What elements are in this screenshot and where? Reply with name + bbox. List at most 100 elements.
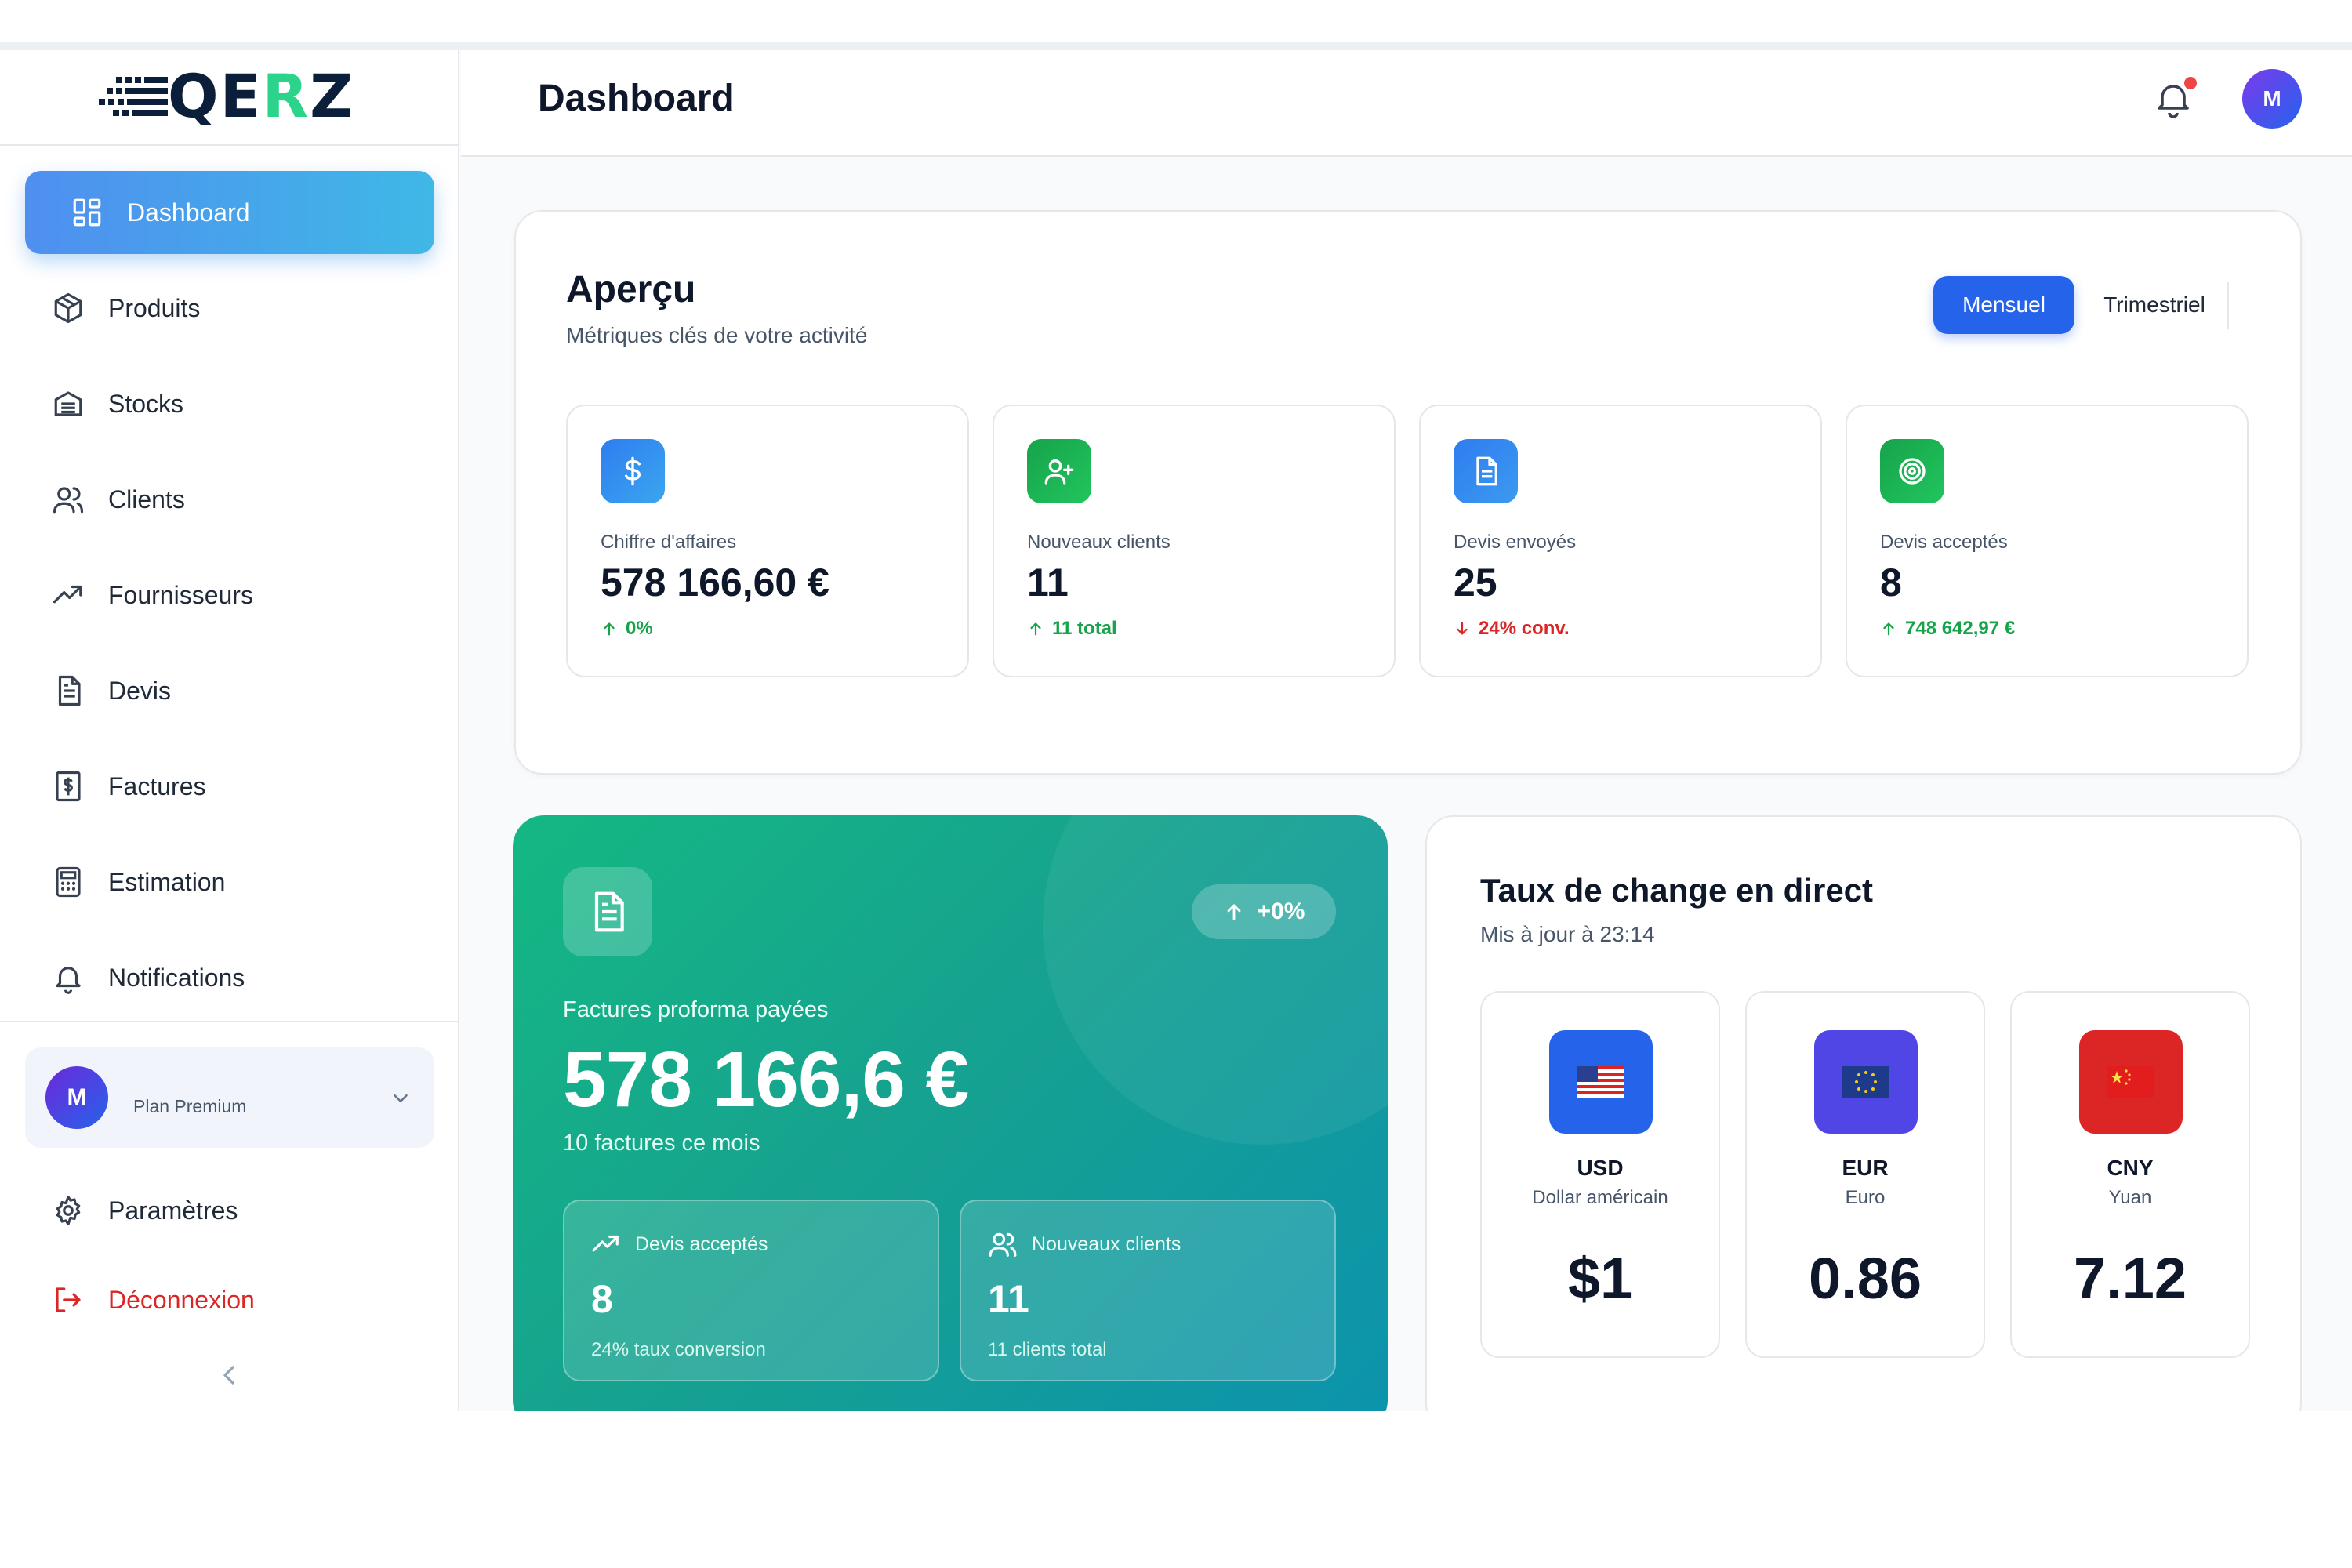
- metric-delta: 748 642,97 €: [1880, 618, 2015, 640]
- metric-delta: 24% conv.: [1454, 618, 1570, 640]
- header-avatar[interactable]: M: [2242, 69, 2302, 129]
- metric-delta: 11 total: [1027, 618, 1117, 640]
- sidebar-item-label: Notifications: [108, 963, 245, 992]
- currency-name: Euro: [1845, 1187, 1886, 1208]
- logo-wordmark: QERZ: [168, 61, 355, 131]
- box-value: 11: [988, 1277, 1029, 1321]
- metric-value: 11: [1027, 561, 1069, 604]
- users-icon: [52, 483, 85, 516]
- logout-label: Déconnexion: [108, 1285, 255, 1314]
- sidebar-item-label: Estimation: [108, 867, 226, 896]
- sidebar-nav: Dashboard Produits Stocks Clients Fourni…: [25, 171, 434, 1032]
- metric-label: Devis envoyés: [1454, 532, 1577, 553]
- dollar-icon: [601, 439, 665, 503]
- collapse-sidebar-chevron-icon[interactable]: [213, 1359, 245, 1391]
- currency-name: Dollar américain: [1532, 1187, 1668, 1208]
- currency-name: Yuan: [2108, 1187, 2152, 1208]
- exchange-title: Taux de change en direct: [1480, 872, 1874, 909]
- revenue-subtext: 10 factures ce mois: [563, 1131, 760, 1156]
- currency-rate: 7.12: [2073, 1246, 2187, 1311]
- currency-code: USD: [1577, 1156, 1624, 1180]
- box-subtext: 24% taux conversion: [591, 1339, 766, 1360]
- overview-panel: Aperçu Métriques clés de votre activité …: [514, 210, 2302, 775]
- toggle-divider: [2227, 282, 2229, 329]
- metric-value: 8: [1880, 561, 1902, 604]
- accepted-quotes-box[interactable]: Devis acceptés 8 24% taux conversion: [563, 1200, 939, 1381]
- target-icon: [1880, 439, 1944, 503]
- gear-icon: [56, 1195, 81, 1226]
- arrow-up-icon: [1883, 622, 1894, 636]
- bell-icon: [52, 961, 85, 994]
- chevron-down-icon: [394, 1094, 408, 1102]
- sidebar-item-label: Clients: [108, 485, 185, 514]
- top-strip: [0, 0, 2352, 44]
- sidebar-item-factures[interactable]: Factures: [25, 745, 434, 828]
- arrow-down-icon: [1457, 622, 1468, 635]
- logout-button[interactable]: Déconnexion: [25, 1269, 434, 1331]
- trending-up-icon: [592, 1235, 619, 1252]
- metric-card-revenue[interactable]: Chiffre d'affaires 578 166,60 € 0%: [566, 405, 969, 677]
- page-title: Dashboard: [538, 78, 735, 119]
- box-value: 8: [591, 1277, 613, 1321]
- period-toggle: Mensuel Trimestriel: [1933, 276, 2229, 334]
- top-header: Dashboard M: [461, 50, 2352, 157]
- metric-label: Devis acceptés: [1880, 532, 2008, 553]
- sidebar-item-stocks[interactable]: Stocks: [25, 362, 434, 445]
- eu-flag-icon: [1814, 1030, 1918, 1134]
- sidebar-item-fournisseurs[interactable]: Fournisseurs: [25, 554, 434, 637]
- period-monthly-button[interactable]: Mensuel: [1933, 276, 2074, 334]
- document-icon: [52, 674, 85, 707]
- settings-link[interactable]: Paramètres: [25, 1179, 434, 1242]
- user-plan-card[interactable]: M Plan Premium: [25, 1047, 434, 1148]
- box-icon: [52, 292, 85, 325]
- box-header: Nouveaux clients: [988, 1229, 1181, 1259]
- sidebar: QERZ Dashboard Produits Stocks Clients F…: [0, 50, 459, 1411]
- box-subtext: 11 clients total: [988, 1339, 1107, 1360]
- box-header: Devis acceptés: [591, 1229, 768, 1259]
- invoice-dollar-icon: [52, 770, 85, 803]
- rate-card-usd[interactable]: USD Dollar américain $1: [1480, 991, 1720, 1358]
- sidebar-divider: [0, 1021, 459, 1022]
- china-flag-icon: [2079, 1030, 2183, 1134]
- warehouse-icon: [52, 387, 85, 420]
- rate-card-cny[interactable]: CNY Yuan 7.12: [2010, 991, 2250, 1358]
- revenue-value: 578 166,6 €: [563, 1036, 969, 1123]
- document-icon: [1454, 439, 1518, 503]
- document-icon: [563, 867, 652, 956]
- rate-card-eur[interactable]: EUR Euro 0.86: [1745, 991, 1985, 1358]
- sidebar-item-devis[interactable]: Devis: [25, 649, 434, 732]
- sidebar-item-label: Factures: [108, 771, 206, 800]
- proforma-revenue-card: +0% Factures proforma payées 578 166,6 €…: [513, 815, 1388, 1432]
- sidebar-item-produits[interactable]: Produits: [25, 267, 434, 350]
- settings-label: Paramètres: [108, 1196, 238, 1225]
- bottom-margin: [0, 1411, 2352, 1568]
- period-quarterly-button[interactable]: Trimestriel: [2084, 276, 2225, 334]
- brand-logo[interactable]: QERZ: [99, 61, 355, 131]
- metric-label: Nouveaux clients: [1027, 532, 1171, 553]
- logo-area: QERZ: [0, 50, 459, 146]
- sidebar-item-dashboard[interactable]: Dashboard: [25, 171, 434, 254]
- sidebar-item-estimation[interactable]: Estimation: [25, 840, 434, 924]
- sidebar-item-label: Fournisseurs: [108, 580, 253, 609]
- arrow-up-icon: [604, 622, 615, 636]
- exchange-updated: Mis à jour à 23:14: [1480, 922, 1655, 946]
- currency-rate: $1: [1567, 1246, 1633, 1311]
- logout-icon: [56, 1287, 81, 1312]
- metric-card-quotes-sent[interactable]: Devis envoyés 25 24% conv.: [1419, 405, 1822, 677]
- sidebar-item-label: Dashboard: [127, 198, 250, 227]
- sidebar-item-clients[interactable]: Clients: [25, 458, 434, 541]
- exchange-rate-list: USD Dollar américain $1 EUR Euro 0.86 CN…: [1480, 991, 2250, 1358]
- currency-code: EUR: [1842, 1156, 1889, 1180]
- new-clients-box[interactable]: Nouveaux clients 11 11 clients total: [960, 1200, 1336, 1381]
- metric-card-new-clients[interactable]: Nouveaux clients 11 11 total: [993, 405, 1396, 677]
- growth-badge: +0%: [1192, 884, 1336, 939]
- metric-value: 578 166,60 €: [601, 561, 829, 604]
- dashboard-grid-icon: [71, 196, 103, 229]
- currency-rate: 0.86: [1808, 1246, 1922, 1311]
- sidebar-item-notifications[interactable]: Notifications: [25, 936, 434, 1019]
- metric-cards: Chiffre d'affaires 578 166,60 € 0% Nouve…: [566, 405, 2249, 677]
- overview-subtitle: Métriques clés de votre activité: [566, 323, 868, 347]
- sidebar-item-label: Stocks: [108, 389, 184, 418]
- metric-card-quotes-accepted[interactable]: Devis acceptés 8 748 642,97 €: [1846, 405, 2249, 677]
- users-icon: [989, 1232, 1017, 1257]
